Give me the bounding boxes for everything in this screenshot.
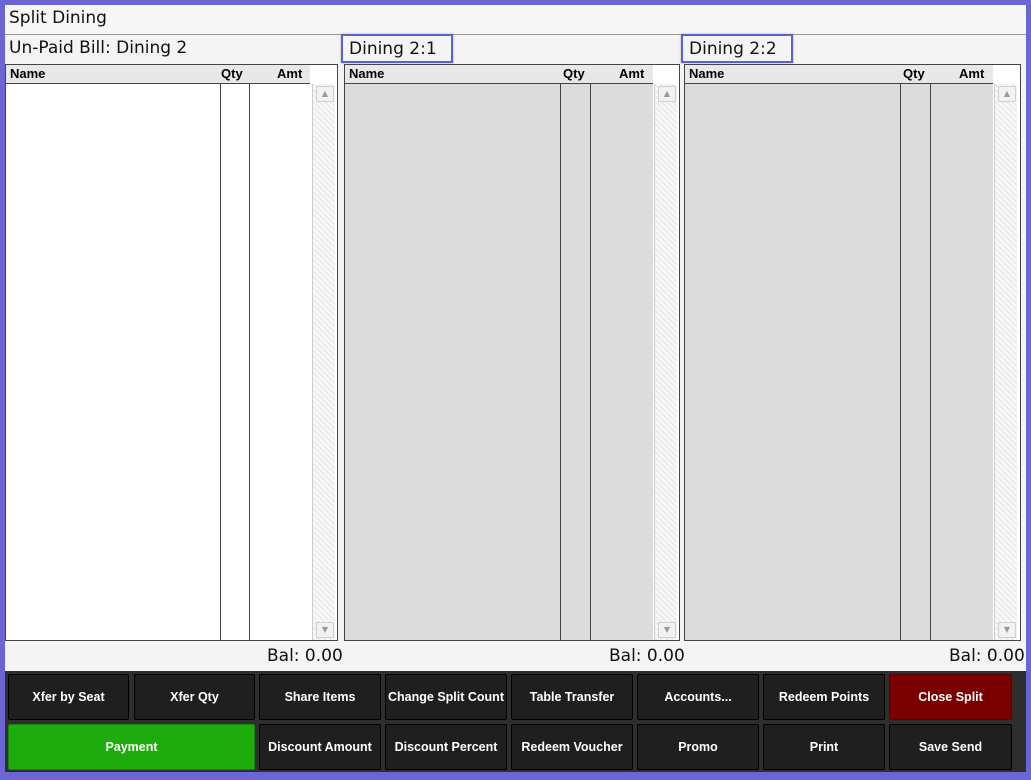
grid-body	[345, 84, 653, 640]
col-amt-header: Amt	[959, 66, 985, 81]
redeem-points-button[interactable]: Redeem Points	[763, 674, 885, 720]
col-name-header: Name	[349, 66, 385, 81]
unpaid-bill-title: Un-Paid Bill: Dining 2	[9, 38, 188, 58]
scroll-up-arrow-icon[interactable]: ▲	[316, 86, 334, 102]
scroll-down-arrow-icon[interactable]: ▼	[658, 622, 676, 638]
scroll-up-arrow-icon[interactable]: ▲	[658, 86, 676, 102]
xfer-by-seat-button[interactable]: Xfer by Seat	[8, 674, 129, 720]
scroll-down-arrow-icon[interactable]: ▼	[316, 622, 334, 638]
accounts-button[interactable]: Accounts...	[637, 674, 759, 720]
action-bar: Xfer by Seat Xfer Qty Share Items Change…	[5, 671, 1026, 772]
payment-button[interactable]: Payment	[8, 724, 255, 770]
col-amt-header: Amt	[277, 66, 303, 81]
col-name-header: Name	[10, 66, 46, 81]
title-bar: Split Dining	[5, 5, 1026, 35]
scrollbar[interactable]: ▲ ▼	[654, 84, 677, 640]
scrollbar[interactable]: ▲ ▼	[994, 84, 1017, 640]
promo-button[interactable]: Promo	[637, 724, 759, 770]
split-1-grid[interactable]: Name Qty Amt ▲ ▼	[344, 64, 680, 641]
grid-body	[685, 84, 993, 640]
xfer-qty-button[interactable]: Xfer Qty	[134, 674, 255, 720]
save-send-button[interactable]: Save Send	[889, 724, 1012, 770]
col-divider	[590, 84, 591, 640]
col-divider	[560, 84, 561, 640]
print-button[interactable]: Print	[763, 724, 885, 770]
split-2-title[interactable]: Dining 2:2	[681, 34, 793, 63]
col-divider	[930, 84, 931, 640]
split-1-balance: Bal: 0.00	[609, 646, 685, 666]
discount-amount-button[interactable]: Discount Amount	[259, 724, 381, 770]
col-qty-header: Qty	[221, 66, 243, 81]
close-split-button[interactable]: Close Split	[889, 674, 1012, 720]
split-1-title[interactable]: Dining 2:1	[341, 34, 453, 63]
col-divider	[249, 84, 250, 640]
change-split-count-button[interactable]: Change Split Count	[385, 674, 507, 720]
col-divider	[900, 84, 901, 640]
grid-header: Name Qty Amt	[6, 65, 310, 84]
share-items-button[interactable]: Share Items	[259, 674, 381, 720]
col-amt-header: Amt	[619, 66, 645, 81]
unpaid-bill-balance: Bal: 0.00	[267, 646, 343, 666]
split-2-balance: Bal: 0.00	[949, 646, 1025, 666]
grid-header: Name Qty Amt	[685, 65, 993, 84]
col-qty-header: Qty	[903, 66, 925, 81]
col-name-header: Name	[689, 66, 725, 81]
scroll-up-arrow-icon[interactable]: ▲	[998, 86, 1016, 102]
col-divider	[220, 84, 221, 640]
grid-header: Name Qty Amt	[345, 65, 653, 84]
col-qty-header: Qty	[563, 66, 585, 81]
discount-percent-button[interactable]: Discount Percent	[385, 724, 507, 770]
split-2-grid[interactable]: Name Qty Amt ▲ ▼	[684, 64, 1021, 641]
scroll-down-arrow-icon[interactable]: ▼	[998, 622, 1016, 638]
table-transfer-button[interactable]: Table Transfer	[511, 674, 633, 720]
scrollbar[interactable]: ▲ ▼	[312, 84, 335, 640]
redeem-voucher-button[interactable]: Redeem Voucher	[511, 724, 633, 770]
split-dining-window: Split Dining Un-Paid Bill: Dining 2 Name…	[5, 5, 1026, 772]
unpaid-bill-grid[interactable]: Name Qty Amt ▲ ▼	[5, 64, 338, 641]
window-title: Split Dining	[9, 8, 107, 28]
